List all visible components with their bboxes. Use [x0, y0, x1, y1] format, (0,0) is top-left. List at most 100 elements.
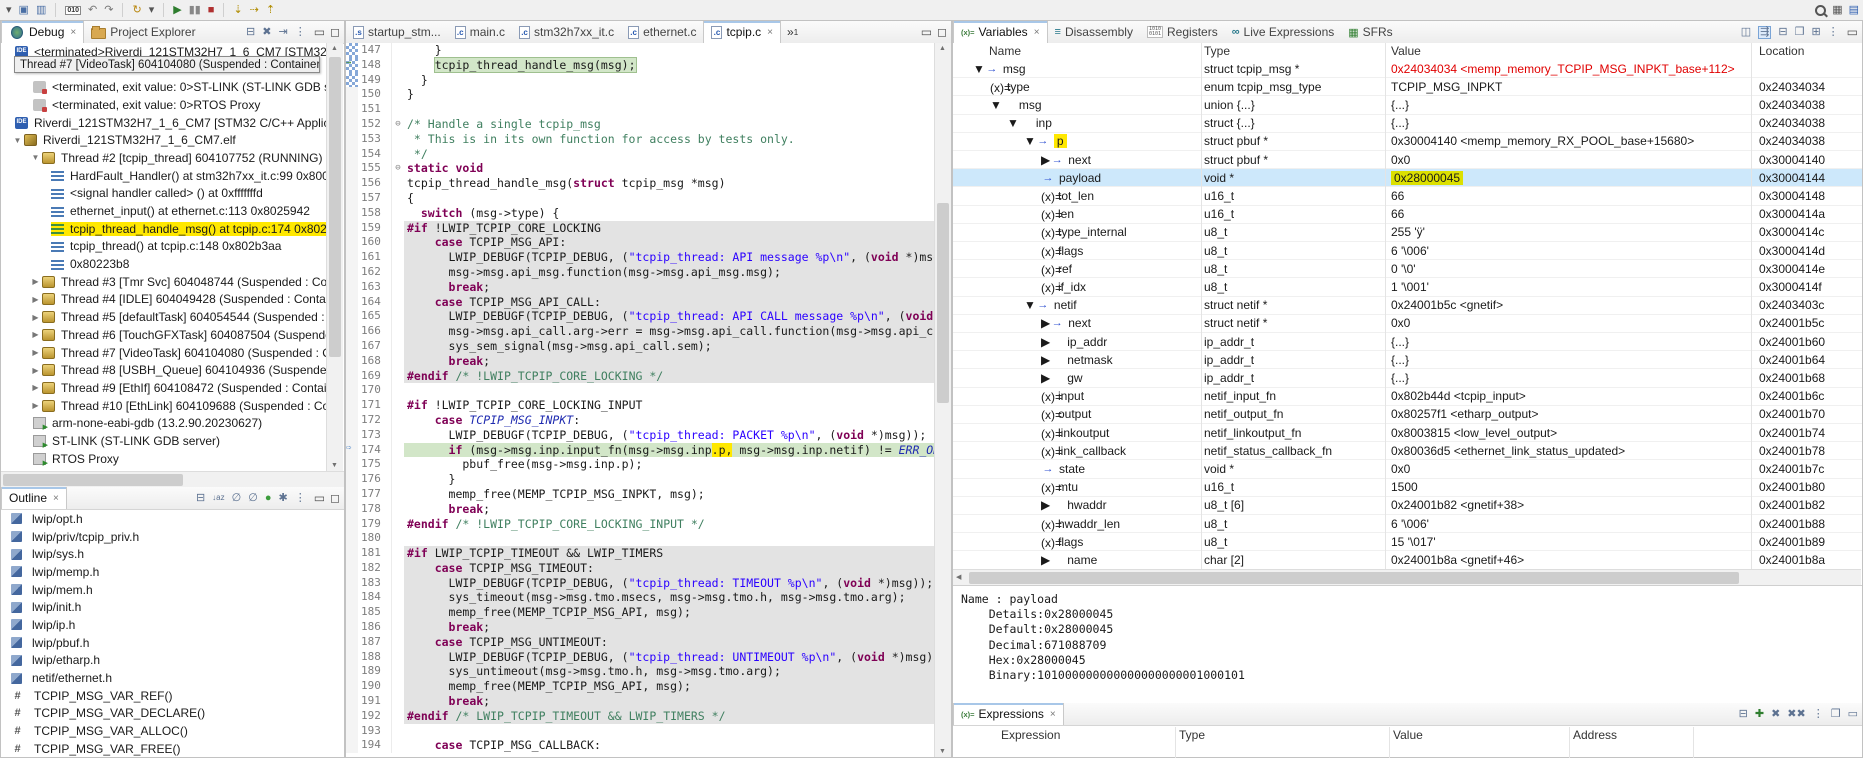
fold-icon[interactable]: ⊖: [391, 116, 404, 132]
gutter[interactable]: [346, 738, 358, 754]
gutter[interactable]: [346, 72, 358, 88]
editor-tab-startup-stm-[interactable]: .s startup_stm...: [346, 21, 448, 43]
debug-tree-row[interactable]: RTOS Proxy: [1, 450, 328, 468]
outline-item[interactable]: lwip/ip.h: [1, 616, 343, 634]
chevron-down-icon[interactable]: ▼: [1024, 298, 1036, 312]
debug-tree-row[interactable]: arm-none-eabi-gdb (13.2.90.20230627): [1, 414, 328, 432]
gutter[interactable]: [346, 516, 358, 532]
variable-row-next[interactable]: ▶ → next struct netif * 0x0 0x24001b5c: [953, 315, 1862, 333]
maximize-icon[interactable]: ◻: [330, 491, 340, 505]
gutter[interactable]: [346, 501, 358, 517]
restart-icon[interactable]: ↻: [132, 4, 141, 16]
hide-static-icon[interactable]: ∅: [248, 492, 258, 504]
fold-icon[interactable]: ⊖: [391, 161, 404, 177]
chevron-right-icon[interactable]: ▶: [1041, 371, 1050, 385]
gutter[interactable]: [346, 43, 358, 58]
gutter[interactable]: [346, 427, 358, 443]
hidden-tabs-chevron[interactable]: » 1: [781, 21, 804, 43]
instruction-pointer-icon[interactable]: ⇨: [346, 442, 358, 458]
outline-item[interactable]: lwip/init.h: [1, 598, 343, 616]
outline-item[interactable]: # TCPIP_MSG_VAR_REF(): [1, 687, 343, 705]
gutter[interactable]: [346, 338, 358, 354]
debug-tree-row[interactable]: ▶ Thread #3 [Tmr Svc] 604048744 (Suspende…: [1, 273, 328, 291]
debug-tree-row[interactable]: ▶ Thread #10 [EthLink] 604109688 (Suspend…: [1, 397, 328, 415]
variable-row-hwaddr[interactable]: ▶ hwaddr u8_t [6] 0x24001b82 <gnetif+38> 0x2…: [953, 497, 1862, 515]
gutter[interactable]: [346, 679, 358, 695]
debug-tree-row[interactable]: <signal handler called> () at 0xfffffffd: [1, 185, 328, 203]
variable-row-ref[interactable]: (x)= ref u8_t 0 '\0' 0x3000414e: [953, 260, 1862, 279]
outline-item[interactable]: lwip/priv/tcpip_priv.h: [1, 528, 343, 546]
debug-tree-row[interactable]: <terminated, exit value: 0>ST-LINK (ST-L…: [1, 78, 328, 96]
gutter[interactable]: [346, 279, 358, 295]
debug-tree-row[interactable]: 0x80223b8: [1, 255, 328, 273]
tab-live-expressions[interactable]: ∞ Live Expressions: [1225, 21, 1342, 43]
gutter[interactable]: [346, 531, 358, 547]
variable-row-gw[interactable]: ▶ gw ip_addr_t {...} 0x24001b68: [953, 369, 1862, 388]
collapse-all-icon[interactable]: ⊟: [246, 26, 255, 38]
gutter[interactable]: [346, 412, 358, 428]
resume-icon[interactable]: ▶: [173, 4, 181, 16]
tab-debug[interactable]: Debug ×: [1, 21, 85, 43]
gutter[interactable]: [346, 368, 358, 384]
sort-icon[interactable]: ↓az: [212, 494, 224, 502]
variable-row-netif[interactable]: ▼ → netif struct netif * 0x24001b5c <gnetif>…: [953, 297, 1862, 315]
gutter[interactable]: [346, 605, 358, 621]
outline-item[interactable]: # TCPIP_MSG_VAR_FREE(): [1, 740, 343, 757]
chevron-right-icon[interactable]: ▶: [1041, 335, 1050, 349]
variable-row-linkoutput[interactable]: (x)= linkoutput netif_linkoutput_fn 0x80038…: [953, 424, 1862, 443]
tab-sfrs[interactable]: ▦ SFRs: [1341, 21, 1399, 43]
gutter[interactable]: [346, 220, 358, 236]
gutter[interactable]: [346, 102, 358, 117]
gutter[interactable]: [346, 87, 358, 103]
gutter[interactable]: [346, 116, 358, 132]
variable-row-state[interactable]: → state void * 0x0 0x24001b7c: [953, 460, 1862, 479]
gutter[interactable]: [346, 324, 358, 339]
open-perspective-icon[interactable]: ▦: [1832, 4, 1842, 16]
variable-row-next[interactable]: ▶ → next struct pbuf * 0x0 0x30004140: [953, 151, 1862, 170]
gutter[interactable]: [346, 590, 358, 606]
gutter[interactable]: [346, 620, 358, 635]
chevron-right-icon[interactable]: ▶: [1041, 316, 1050, 330]
debug-tree-row[interactable]: Riverdi_121STM32H7_1_6_CM7 [STM32 C/C++ …: [1, 114, 328, 132]
outline-item[interactable]: lwip/pbuf.h: [1, 634, 343, 652]
gutter[interactable]: [346, 294, 358, 310]
outline-item[interactable]: lwip/sys.h: [1, 545, 343, 563]
editor-tab-stm32h7xx-it-c[interactable]: .c stm32h7xx_it.c: [512, 21, 621, 43]
gutter[interactable]: [346, 723, 358, 739]
gutter[interactable]: [346, 309, 358, 325]
chevron-right-icon[interactable]: ▶: [29, 401, 42, 410]
gutter[interactable]: [346, 383, 358, 399]
view-menu-icon[interactable]: ⋮: [1828, 26, 1839, 38]
chevron-right-icon[interactable]: ▶: [1041, 553, 1050, 567]
save-all-icon[interactable]: ▥: [36, 4, 46, 16]
tab-variables[interactable]: (x)= Variables ×: [953, 21, 1048, 43]
maximize-icon[interactable]: ◻: [937, 25, 947, 39]
variable-row-payload[interactable]: → payload void * 0x28000045 0x30004144: [953, 169, 1862, 188]
gutter[interactable]: [346, 472, 358, 487]
view-menu-icon[interactable]: ⋮: [1813, 708, 1824, 720]
variable-row-msg[interactable]: ▼ → msg struct tcpip_msg * 0x24034034 <memp_…: [953, 60, 1862, 79]
gutter[interactable]: [346, 235, 358, 251]
outline-item[interactable]: # TCPIP_MSG_VAR_DECLARE(): [1, 705, 343, 723]
variable-row-msg[interactable]: ▼ msg union {...} {...} 0x24034038: [953, 96, 1862, 115]
variable-row-len[interactable]: (x)= len u16_t 66 0x3000414a: [953, 206, 1862, 224]
remove-terminated-icon[interactable]: ✖: [262, 26, 271, 38]
remove-all-icon[interactable]: ✖✖: [1787, 708, 1805, 720]
debug-perspective-icon[interactable]: ▤: [1849, 4, 1859, 16]
gutter[interactable]: [346, 161, 358, 177]
debug-tree-row[interactable]: ▶ Thread #7 [VideoTask] 604104080 (Suspen…: [1, 344, 328, 362]
variable-row-type_internal[interactable]: (x)= type_internal u8_t 255 'ÿ' 0x3000414c: [953, 224, 1862, 242]
editor-tab-tcpip-c[interactable]: .c tcpip.c ×: [703, 21, 781, 43]
dropdown-icon[interactable]: ▾: [149, 4, 155, 16]
step-return-icon[interactable]: ⇡: [266, 4, 275, 16]
variable-row-tot_len[interactable]: (x)= tot_len u16_t 66 0x30004148: [953, 187, 1862, 206]
chevron-right-icon[interactable]: ▶: [29, 313, 42, 322]
gutter[interactable]: [346, 131, 358, 147]
variable-row-flags[interactable]: (x)= flags u8_t 6 '\006' 0x3000414d: [953, 242, 1862, 261]
variable-row-link_callback[interactable]: (x)= link_callback netif_status_callback_f…: [953, 442, 1862, 461]
remove-icon[interactable]: ✖: [1771, 708, 1780, 720]
step-over-icon[interactable]: ⇢: [250, 4, 259, 16]
variable-row-p[interactable]: ▼ → p struct pbuf * 0x30004140 <memp_memory_…: [953, 133, 1862, 151]
gutter[interactable]: [346, 708, 358, 724]
instruction-pointer-icon[interactable]: →: [346, 57, 358, 73]
